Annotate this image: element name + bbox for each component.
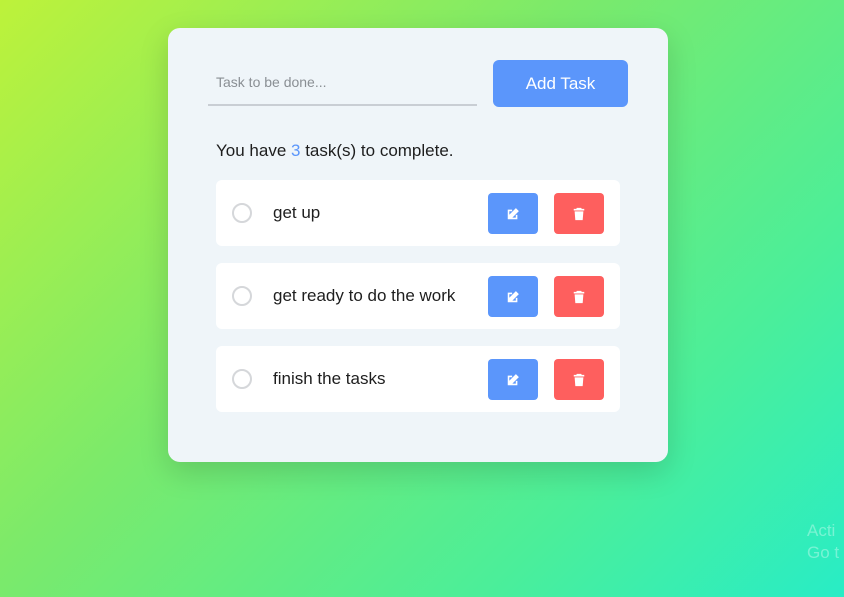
task-checkbox[interactable] (232, 203, 252, 223)
delete-task-button[interactable] (554, 359, 604, 400)
task-item: get up (216, 180, 620, 246)
trash-icon (573, 290, 585, 303)
edit-icon (507, 373, 519, 385)
task-text: get up (273, 203, 321, 222)
edit-task-button[interactable] (488, 359, 538, 400)
task-item: get ready to do the work (216, 263, 620, 329)
task-text: finish the tasks (273, 369, 386, 388)
edit-icon (507, 207, 519, 219)
task-summary: You have 3 task(s) to complete. (216, 141, 454, 161)
edit-task-button[interactable] (488, 276, 538, 317)
trash-icon (573, 373, 585, 386)
watermark-line-1: Acti (807, 521, 836, 540)
summary-suffix: task(s) to complete. (300, 141, 454, 160)
watermark-line-2: Go t (807, 543, 840, 562)
todo-card: Add Task You have 3 task(s) to complete.… (168, 28, 668, 462)
task-input[interactable] (208, 60, 477, 106)
edit-task-button[interactable] (488, 193, 538, 234)
activation-watermark: Acti Go t (807, 520, 839, 564)
summary-prefix: You have (216, 141, 291, 160)
delete-task-button[interactable] (554, 276, 604, 317)
trash-icon (573, 207, 585, 220)
task-checkbox[interactable] (232, 286, 252, 306)
task-checkbox[interactable] (232, 369, 252, 389)
task-text: get ready to do the work (273, 286, 456, 305)
delete-task-button[interactable] (554, 193, 604, 234)
task-item: finish the tasks (216, 346, 620, 412)
add-task-button[interactable]: Add Task (493, 60, 628, 107)
edit-icon (507, 290, 519, 302)
